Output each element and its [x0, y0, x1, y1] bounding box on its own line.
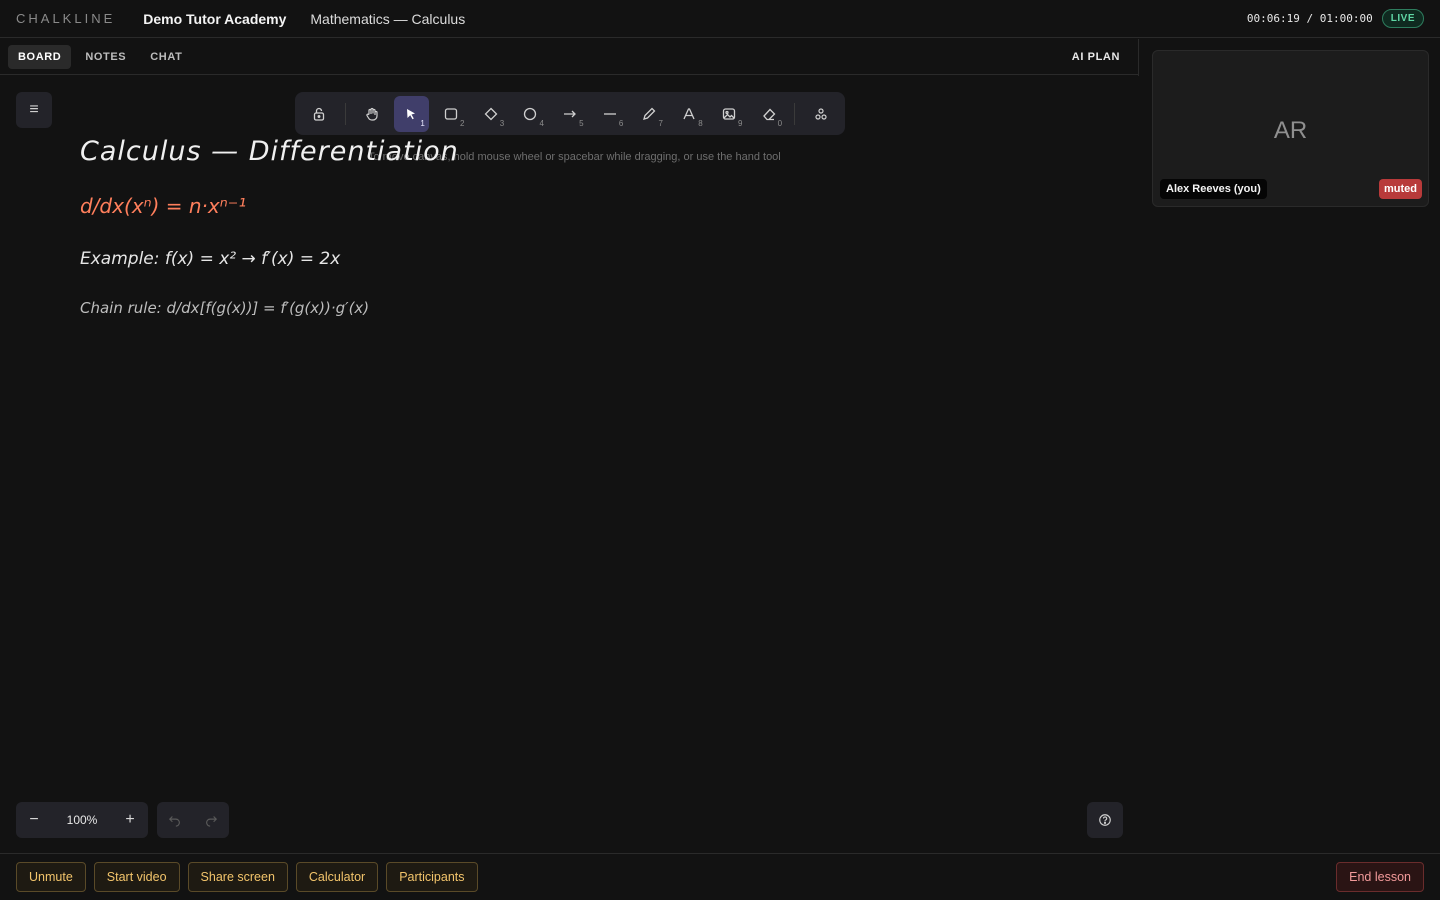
- eraser-icon: [762, 108, 775, 120]
- toolbar-divider: [794, 102, 796, 125]
- rectangle-tool-button[interactable]: 2: [433, 96, 468, 132]
- pointer-tool-button[interactable]: 1: [393, 95, 429, 132]
- avatar: AR: [1273, 117, 1308, 144]
- academy-name: Demo Tutor Academy: [143, 10, 287, 27]
- redo-button[interactable]: [193, 802, 229, 838]
- arrow-icon: [564, 110, 576, 117]
- bottom-bar: Unmute Start video Share screen Calculat…: [0, 853, 1440, 900]
- participants-button[interactable]: Participants: [386, 862, 478, 892]
- shortcut-key: 8: [698, 118, 703, 128]
- diamond-tool-button[interactable]: 3: [473, 96, 508, 132]
- shortcut-key: 9: [737, 118, 743, 128]
- redo-icon: [206, 816, 218, 827]
- rectangle-icon: [444, 107, 458, 120]
- image-tool-button[interactable]: 9: [711, 96, 746, 132]
- hand-tool-button[interactable]: [354, 96, 389, 132]
- main-menu-button[interactable]: ≡: [16, 92, 52, 128]
- tab-chat[interactable]: CHAT: [140, 45, 192, 69]
- pointer-icon: [407, 108, 416, 119]
- tab-board[interactable]: BOARD: [8, 44, 72, 69]
- line-tool-button[interactable]: 6: [592, 96, 627, 132]
- diamond-icon: [484, 107, 498, 120]
- help-button[interactable]: [1087, 802, 1123, 838]
- shortcut-key: 4: [539, 118, 544, 128]
- participant-name: Alex Reeves (you): [1160, 179, 1267, 199]
- toolbar-divider: [344, 102, 346, 125]
- participant-video-tile[interactable]: AR Alex Reeves (you) muted: [1152, 50, 1429, 207]
- zoom-in-button[interactable]: +: [112, 802, 148, 838]
- shortcut-key: 0: [777, 118, 783, 128]
- undo-icon: [168, 816, 180, 827]
- arrow-tool-button[interactable]: 5: [552, 96, 587, 132]
- brand-logo: CHALKLINE: [16, 11, 116, 26]
- line-icon: [603, 112, 616, 115]
- hamburger-icon: ≡: [29, 101, 39, 118]
- history-controls: [157, 802, 229, 838]
- hand-icon: [365, 107, 378, 121]
- shapes-library-button[interactable]: [804, 96, 839, 132]
- image-icon: [722, 107, 735, 120]
- unmute-button[interactable]: Unmute: [16, 862, 86, 892]
- board-panel: BOARD NOTES CHAT AI PLAN ≡ 1 2 3 4 5 6 7…: [0, 39, 1139, 853]
- start-video-button[interactable]: Start video: [93, 862, 180, 892]
- ellipse-tool-button[interactable]: 4: [513, 96, 548, 132]
- text-tool-button[interactable]: 8: [672, 96, 707, 132]
- board-title[interactable]: Calculus — Differentiation: [80, 136, 459, 167]
- top-bar: CHALKLINE Demo Tutor Academy Mathematics…: [0, 0, 1440, 38]
- ai-plan-button[interactable]: AI PLAN: [1072, 51, 1120, 63]
- status-badge: muted: [1379, 179, 1422, 199]
- power-rule-formula[interactable]: d/dx(xⁿ) = n·xⁿ⁻¹: [80, 194, 246, 218]
- lesson-timer: 00:06:19 / 01:00:00: [1246, 12, 1373, 25]
- zoom-out-button[interactable]: −: [16, 802, 52, 838]
- lesson-subject: Mathematics — Calculus: [310, 10, 466, 27]
- panel-tabs: BOARD NOTES CHAT AI PLAN: [0, 39, 1138, 75]
- chain-rule-formula[interactable]: Chain rule: d/dx[f(g(x))] = f′(g(x))·g′(…: [80, 299, 369, 317]
- shortcut-key: 1: [420, 118, 425, 128]
- pencil-tool-button[interactable]: 7: [632, 96, 667, 132]
- shortcut-key: 5: [579, 118, 584, 128]
- pencil-icon: [643, 107, 656, 120]
- lock-tool-button[interactable]: [301, 96, 336, 132]
- share-screen-button[interactable]: Share screen: [187, 862, 288, 892]
- example-formula[interactable]: Example: f(x) = x² → f′(x) = 2x: [80, 249, 340, 269]
- shortcut-key: 2: [460, 118, 465, 128]
- text-icon: [683, 107, 695, 119]
- zoom-controls: − 100% +: [16, 802, 148, 838]
- undo-button[interactable]: [157, 802, 193, 838]
- help-icon: [1099, 814, 1111, 826]
- shortcut-key: 6: [618, 118, 624, 128]
- calculator-button[interactable]: Calculator: [295, 862, 379, 892]
- end-lesson-button[interactable]: End lesson: [1336, 862, 1424, 892]
- tab-notes[interactable]: NOTES: [75, 45, 136, 69]
- whiteboard-canvas[interactable]: ≡ 1 2 3 4 5 6 7 8 9 0 To move canvas, ho…: [0, 76, 1139, 853]
- ellipse-icon: [524, 107, 537, 120]
- shapes-library-icon: [815, 107, 827, 120]
- live-badge: LIVE: [1381, 9, 1424, 28]
- drawing-toolbar: 1 2 3 4 5 6 7 8 9 0: [295, 92, 845, 135]
- shortcut-key: 3: [499, 118, 505, 128]
- eraser-tool-button[interactable]: 0: [751, 96, 786, 132]
- zoom-level[interactable]: 100%: [52, 813, 112, 827]
- shortcut-key: 7: [658, 118, 663, 128]
- lock-icon: [313, 107, 324, 121]
